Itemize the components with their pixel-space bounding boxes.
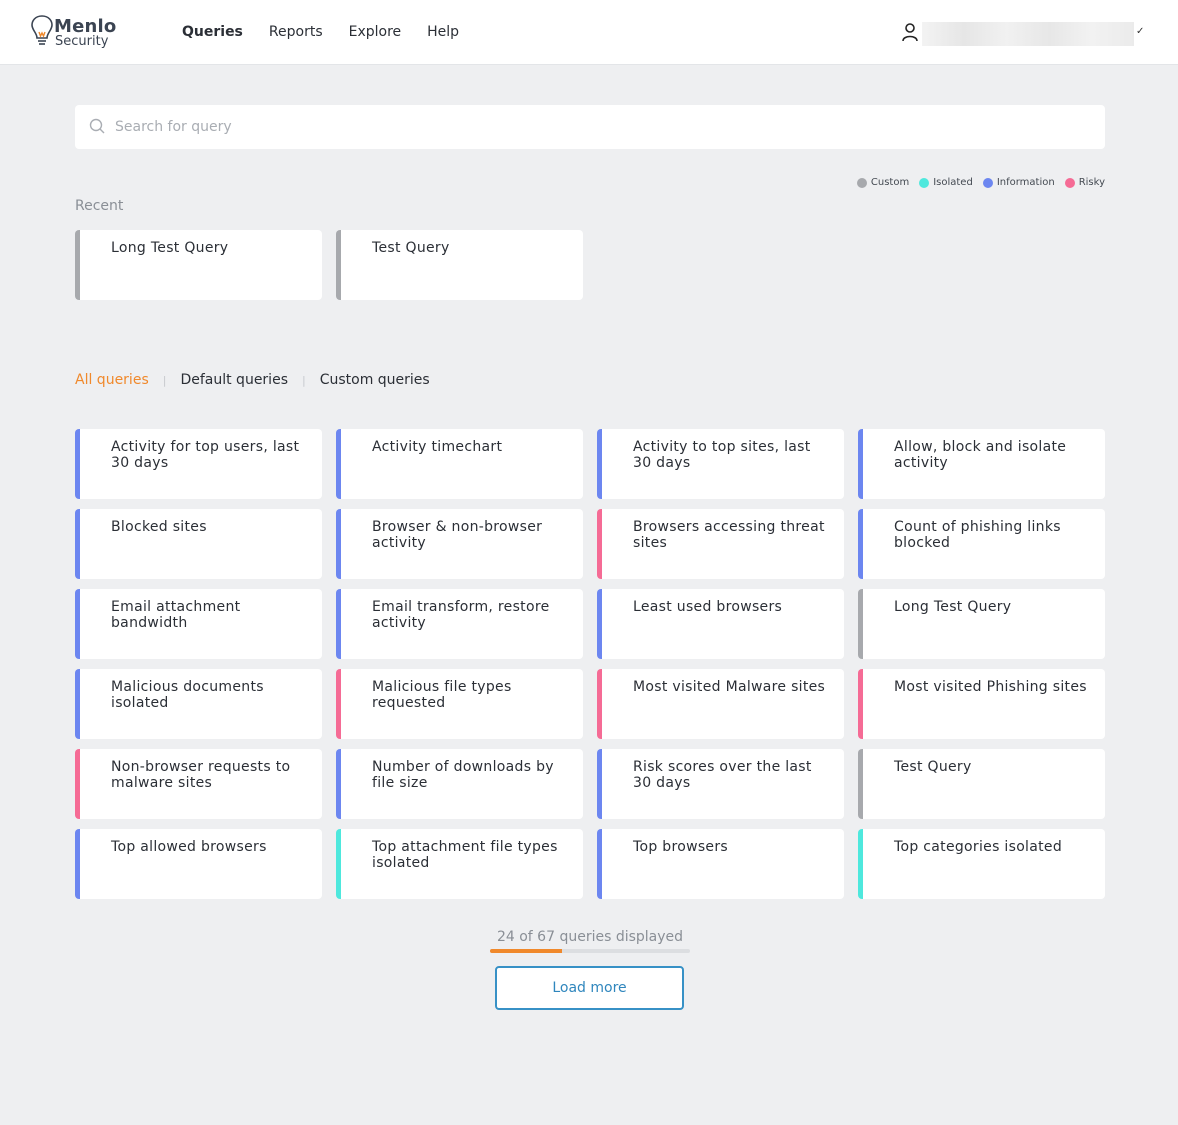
query-title: Most visited Phishing sites [894,679,1087,695]
legend-label: Isolated [933,177,973,188]
query-card[interactable]: Blocked sites [75,509,322,579]
query-card[interactable]: Malicious file types requested [336,669,583,739]
brand-subname: Security [55,34,109,49]
query-card[interactable]: Risk scores over the last 30 days [597,749,844,819]
query-title: Top attachment file types isolated [372,839,558,871]
query-card[interactable]: Browsers accessing threat sites [597,509,844,579]
query-card[interactable]: Email transform, restore activity [336,589,583,659]
menlo-security-logo[interactable]: Menlo Security [30,14,130,54]
query-title: Long Test Query [894,599,1012,615]
tab-divider: | [162,373,167,387]
query-search-box [75,105,1105,149]
tab-custom-queries[interactable]: Custom queries [320,372,430,388]
search-icon [89,118,105,134]
legend-label: Custom [870,177,910,188]
queries-progress-bar [490,949,690,953]
query-card[interactable]: Activity timechart [336,429,583,499]
load-more-button[interactable]: Load more [495,966,684,1010]
query-title: Test Query [894,759,972,775]
nav-queries[interactable]: Queries [182,24,243,40]
lightbulb-icon [31,15,53,45]
query-title: Most visited Malware sites [633,679,826,695]
legend-item-custom: Custom [856,177,910,188]
query-card[interactable]: Email attachment bandwidth [75,589,322,659]
legend-dot [856,177,867,188]
query-title: Browsers accessing threat sites [633,519,825,551]
query-title: Email attachment bandwidth [111,599,241,631]
tab-all-queries[interactable]: All queries [75,372,149,388]
legend-item-risky: Risky [1064,177,1105,188]
query-title: Top browsers [633,839,728,855]
query-card[interactable]: Number of downloads by file size [336,749,583,819]
query-title: Browser & non-browser activity [372,519,543,551]
query-title: Least used browsers [633,599,783,615]
query-title: Number of downloads by file size [372,759,554,791]
query-card[interactable]: Top allowed browsers [75,829,322,899]
legend-label: Risky [1078,177,1105,188]
redacted-username [922,22,1134,46]
query-title: Blocked sites [111,519,207,535]
search-input[interactable] [115,105,1085,149]
query-card[interactable]: Count of phishing links blocked [858,509,1105,579]
query-card[interactable]: Top attachment file types isolated [336,829,583,899]
query-card[interactable]: Top categories isolated [858,829,1105,899]
query-title: Malicious documents isolated [111,679,264,711]
legend-dot [982,177,993,188]
nav-reports[interactable]: Reports [269,24,323,40]
query-card[interactable]: Activity for top users, last 30 days [75,429,322,499]
query-card[interactable]: Top browsers [597,829,844,899]
query-filter-tabs: All queries | Default queries | Custom q… [75,372,430,388]
query-title: Risk scores over the last 30 days [633,759,812,791]
query-title: Top allowed browsers [111,839,267,855]
legend-label: Information [996,177,1055,188]
query-card[interactable]: Least used browsers [597,589,844,659]
tab-default-queries[interactable]: Default queries [180,372,288,388]
query-card[interactable]: Most visited Phishing sites [858,669,1105,739]
queries-progress-fill [490,949,562,953]
query-title: Allow, block and isolate activity [894,439,1067,471]
query-title: Malicious file types requested [372,679,512,711]
query-title: Email transform, restore activity [372,599,550,631]
query-title: Activity for top users, last 30 days [111,439,300,471]
query-card[interactable]: Malicious documents isolated [75,669,322,739]
query-title: Activity to top sites, last 30 days [633,439,811,471]
legend-dot [919,177,930,188]
legend-item-information: Information [982,177,1055,188]
nav-explore[interactable]: Explore [349,24,402,40]
recent-query-card[interactable]: Test Query [336,230,583,300]
query-title: Test Query [372,240,450,256]
query-card[interactable]: Activity to top sites, last 30 days [597,429,844,499]
top-navigation-bar: Menlo Security Queries Reports Explore H… [0,0,1178,65]
query-card[interactable]: Test Query [858,749,1105,819]
recent-query-card[interactable]: Long Test Query [75,230,322,300]
nav-help[interactable]: Help [427,24,459,40]
query-title: Count of phishing links blocked [894,519,1061,551]
main-nav: Queries Reports Explore Help [182,24,485,40]
legend-item-isolated: Isolated [919,177,973,188]
recent-heading: Recent [75,198,124,214]
query-card[interactable]: Long Test Query [858,589,1105,659]
query-title: Activity timechart [372,439,503,455]
tab-divider: | [301,373,306,387]
query-title: Top categories isolated [894,839,1063,855]
query-card[interactable]: Allow, block and isolate activity [858,429,1105,499]
query-title: Non-browser requests to malware sites [111,759,291,791]
legend-dot [1064,177,1075,188]
query-card[interactable]: Most visited Malware sites [597,669,844,739]
query-card[interactable]: Non-browser requests to malware sites [75,749,322,819]
user-icon [902,23,918,42]
queries-count-text: 24 of 67 queries displayed [496,929,684,945]
query-title: Long Test Query [111,240,229,256]
query-type-legend: Custom Isolated Information Risky [847,177,1105,188]
user-menu[interactable]: ✓ [902,22,1152,46]
chevron-down-icon[interactable]: ✓ [1136,26,1144,37]
query-card[interactable]: Browser & non-browser activity [336,509,583,579]
